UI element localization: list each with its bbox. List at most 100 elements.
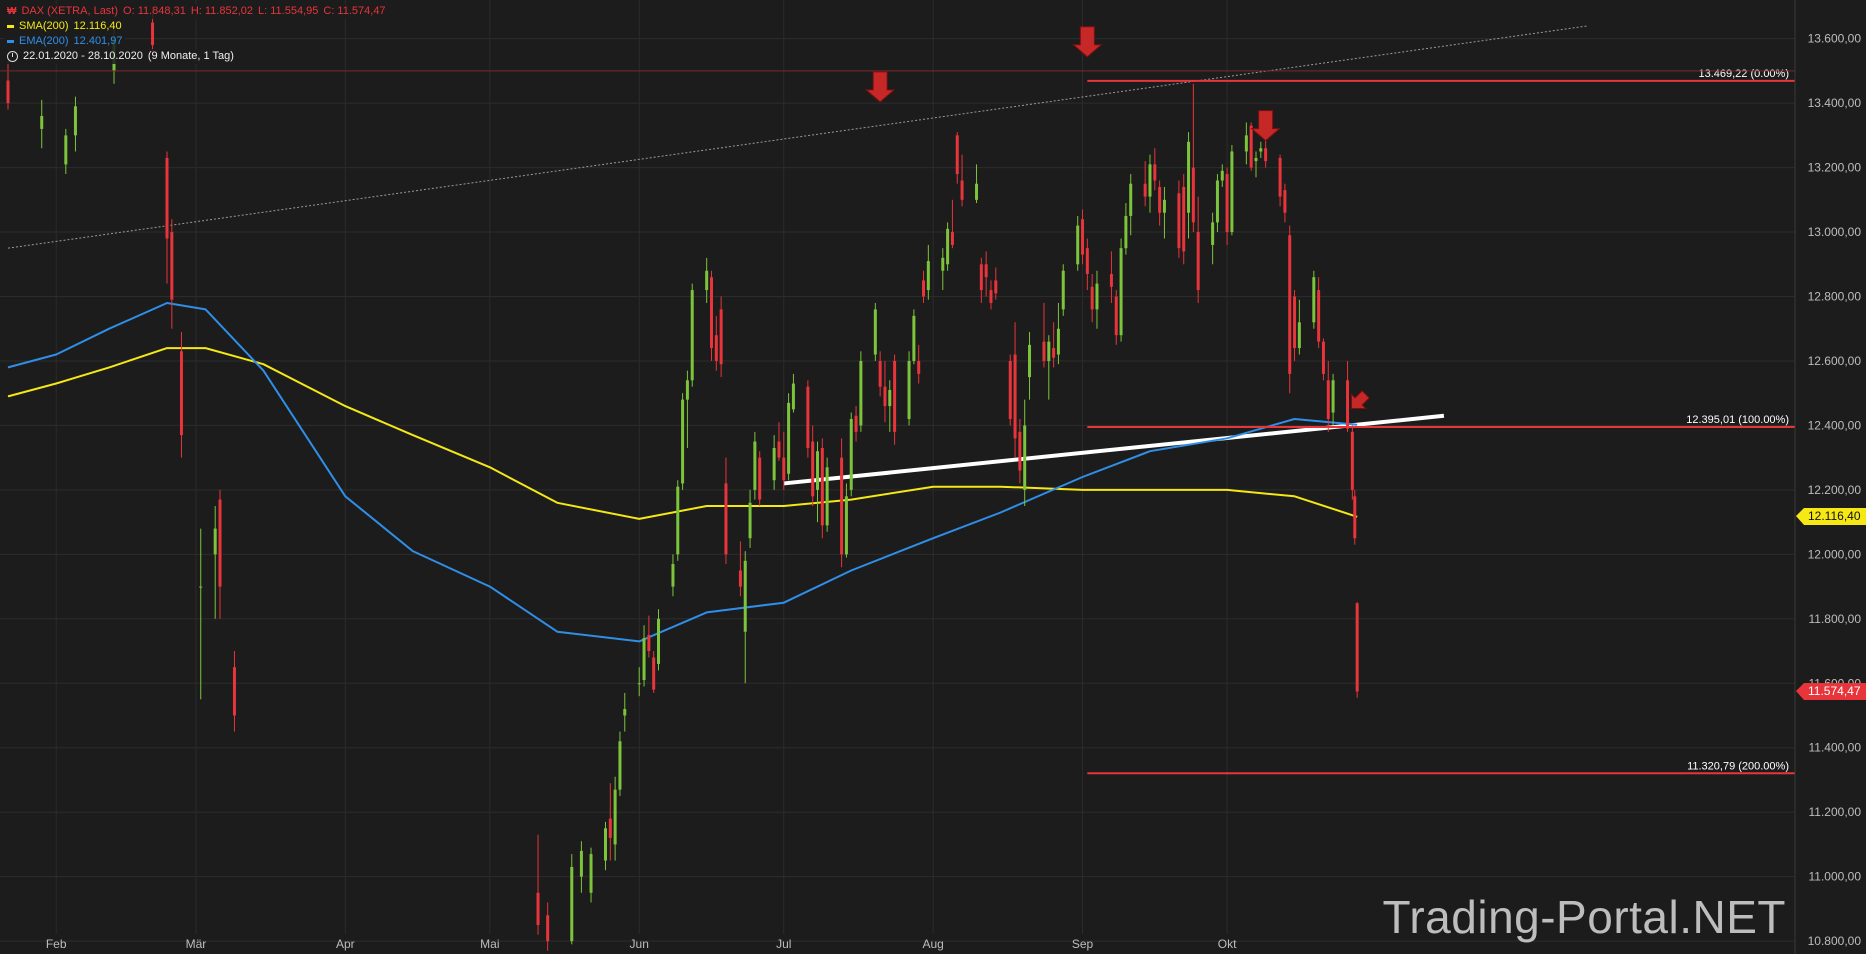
- candle-body: [1321, 341, 1325, 374]
- y-tick-label: 12.000,00: [1808, 547, 1862, 561]
- ema-value: 12.401,97: [73, 35, 123, 47]
- candle-body: [912, 315, 916, 361]
- candle-body: [960, 180, 964, 200]
- candle-body: [787, 402, 791, 474]
- candle-body: [1326, 380, 1330, 419]
- candle-body: [1076, 225, 1080, 265]
- candle-body: [1355, 603, 1359, 692]
- candle-body: [1085, 248, 1089, 274]
- candle-body: [1297, 322, 1301, 349]
- candle-body: [1278, 157, 1282, 197]
- x-tick-label: Jun: [630, 937, 649, 951]
- candle-body: [1148, 164, 1152, 197]
- candle-body: [681, 399, 685, 484]
- candle-body: [1293, 296, 1297, 349]
- legend-range-row[interactable]: 22.01.2020 - 28.10.2020 (9 Monate, 1 Tag…: [4, 49, 237, 64]
- candle-body: [1244, 135, 1248, 152]
- candle-body: [73, 106, 77, 136]
- candle-body: [714, 335, 718, 361]
- low-value: L: 11.554,95: [258, 5, 319, 17]
- candle-body: [213, 528, 217, 555]
- candle-body: [1042, 341, 1046, 361]
- candle-body: [854, 415, 858, 432]
- candle-body: [975, 183, 979, 200]
- candle-body: [849, 418, 853, 490]
- sma-value: 12.116,40: [73, 20, 122, 32]
- candle-body: [6, 80, 10, 104]
- sma-swatch-icon: [7, 25, 14, 28]
- candle-body: [1158, 186, 1162, 213]
- candle-body: [806, 386, 810, 448]
- candle-body: [926, 261, 930, 291]
- y-tick-label: 12.800,00: [1808, 290, 1862, 304]
- candle-body: [608, 818, 612, 838]
- fib-level-label: 11.320,79 (200.00%): [1687, 760, 1789, 772]
- legend-ema-row[interactable]: EMA(200) 12.401,97: [4, 34, 126, 49]
- candle-body: [1028, 344, 1032, 378]
- candle-body: [820, 447, 824, 526]
- y-tick-label: 11.200,00: [1809, 805, 1862, 819]
- candle-body: [989, 290, 993, 303]
- candle-body: [782, 457, 786, 481]
- candle-body: [950, 232, 954, 245]
- candle-body: [1162, 199, 1166, 213]
- candle-body: [1288, 235, 1292, 374]
- fib-level-label: 12.395,01 (100.00%): [1686, 414, 1789, 426]
- candle-body: [1018, 431, 1022, 471]
- chart-canvas[interactable]: 13.469,22 (0.00%) 12.395,01 (100.00%) 11.3…: [0, 0, 1866, 954]
- legend-sma-row[interactable]: SMA(200) 12.116,40: [4, 19, 125, 34]
- candle-body: [917, 360, 921, 374]
- candle-body: [1047, 341, 1051, 361]
- x-tick-label: Mär: [186, 937, 207, 951]
- candle-body: [179, 351, 183, 436]
- candle-body: [758, 457, 762, 500]
- y-tick-label: 12.600,00: [1808, 354, 1862, 368]
- candle-body: [1153, 164, 1157, 181]
- candle-body: [623, 709, 627, 716]
- candle-body: [946, 228, 950, 265]
- candle-body: [579, 850, 583, 877]
- candle-body: [772, 447, 776, 481]
- candle-body: [1052, 348, 1056, 358]
- y-tick-label: 13.200,00: [1808, 161, 1862, 175]
- candle-body: [1220, 170, 1224, 181]
- candle-body: [1353, 496, 1357, 539]
- clock-icon: [7, 51, 18, 62]
- candle-body: [1182, 186, 1186, 252]
- candle-body: [1090, 286, 1094, 310]
- candle-body: [1225, 174, 1229, 233]
- candle-body: [642, 638, 646, 681]
- candle-body: [637, 683, 641, 685]
- candle-body: [40, 116, 44, 129]
- y-tick-label: 11.400,00: [1809, 741, 1862, 755]
- candle-body: [570, 866, 574, 942]
- candle-body: [724, 483, 728, 555]
- candle-body: [753, 441, 757, 490]
- candle-body: [1124, 215, 1128, 249]
- candle-body: [165, 157, 169, 239]
- candle-body: [1312, 277, 1316, 323]
- candle-body: [816, 451, 820, 490]
- candle-body: [840, 457, 844, 555]
- candle-body: [844, 496, 848, 555]
- candle-body: [1008, 360, 1012, 419]
- candle-body: [1346, 380, 1350, 429]
- y-tick-label: 12.200,00: [1808, 483, 1862, 497]
- sma-price-tag-pointer: [1796, 508, 1804, 526]
- candle-body: [1230, 151, 1234, 233]
- candle-body: [994, 280, 998, 294]
- x-tick-label: Okt: [1218, 937, 1237, 951]
- candle-body: [738, 570, 742, 587]
- candle-body: [589, 854, 593, 893]
- price-axis[interactable]: 10.800,0011.000,0011.200,0011.400,0011.6…: [1808, 32, 1862, 948]
- candle-body: [1143, 183, 1147, 197]
- candle-body: [922, 280, 926, 297]
- x-tick-label: Aug: [922, 937, 943, 951]
- candle-body: [676, 486, 680, 555]
- legend-instrument-row[interactable]: ₩ DAX (XETRA, Last) O: 11.848,31 H: 11.8…: [4, 4, 389, 19]
- candle-body: [748, 502, 752, 539]
- y-tick-label: 12.400,00: [1808, 418, 1862, 432]
- candle-body: [1317, 290, 1321, 342]
- candle-body: [1109, 273, 1113, 287]
- candle-body: [825, 467, 829, 526]
